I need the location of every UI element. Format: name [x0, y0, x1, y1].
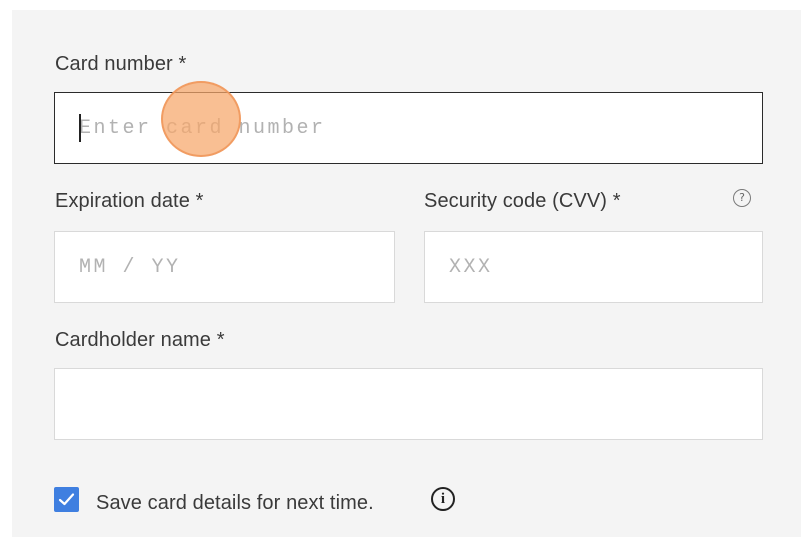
card-number-field[interactable]: [54, 92, 763, 164]
info-circle-icon[interactable]: i: [431, 487, 455, 511]
expiration-date-field[interactable]: [54, 231, 395, 303]
cardholder-name-input[interactable]: [55, 369, 762, 439]
checkmark-icon: [58, 493, 75, 506]
card-number-label: Card number *: [55, 53, 187, 75]
save-card-label[interactable]: Save card details for next time.: [96, 492, 374, 515]
save-card-checkbox[interactable]: [54, 487, 79, 512]
cardholder-name-field[interactable]: [54, 368, 763, 440]
cardholder-name-label: Cardholder name *: [55, 329, 225, 351]
text-cursor: [79, 114, 81, 142]
security-code-field[interactable]: [424, 231, 763, 303]
expiration-date-input[interactable]: [55, 232, 394, 302]
expiration-date-label: Expiration date *: [55, 190, 204, 212]
question-circle-icon[interactable]: ?: [733, 189, 751, 207]
card-number-input[interactable]: [55, 93, 762, 163]
security-code-input[interactable]: [425, 232, 762, 302]
security-code-label: Security code (CVV) *: [424, 190, 621, 212]
